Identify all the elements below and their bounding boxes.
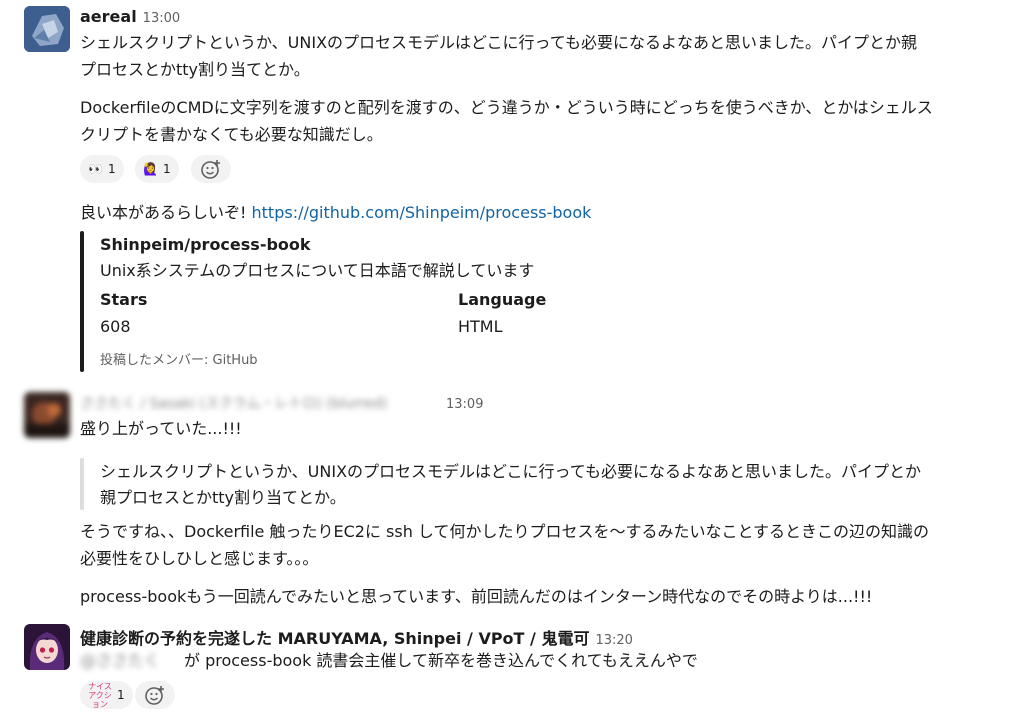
timestamp[interactable]: 13:00 bbox=[143, 11, 180, 26]
attachment-footer: 投稿したメンバー: GitHub bbox=[100, 353, 258, 368]
reaction-raising-hand[interactable]: 🙋‍♀️ 1 bbox=[135, 155, 179, 183]
reaction-count: 1 bbox=[117, 688, 125, 702]
message-text: DockerfileのCMDに文字列を渡すのと配列を渡すの、どう違うか・どういう… bbox=[80, 98, 933, 117]
attachment-title[interactable]: Shinpeim/process-book bbox=[100, 232, 311, 258]
timestamp[interactable]: 13:09 bbox=[446, 397, 483, 412]
user-mention[interactable]: @ささたく bbox=[80, 648, 184, 674]
reaction-count: 1 bbox=[107, 162, 116, 176]
message-text: 良い本があるらしいぞ! https://github.com/Shinpeim/… bbox=[80, 200, 591, 226]
nice-action-emoji: ナイス アクション bbox=[88, 681, 112, 709]
eyes-emoji: 👀 bbox=[88, 162, 103, 176]
author-name[interactable]: aereal bbox=[80, 7, 137, 26]
avatar-aereal[interactable] bbox=[24, 6, 70, 52]
message-text: process-bookもう一回読んでみたいと思っています、前回読んだのはインタ… bbox=[80, 587, 873, 606]
avatar-image bbox=[24, 6, 70, 52]
message-text: 必要性をひしひしと感じます。。。 bbox=[80, 549, 319, 568]
add-reaction-button[interactable] bbox=[135, 681, 175, 709]
avatar-image bbox=[24, 392, 70, 438]
field-label-stars: Stars bbox=[100, 290, 148, 309]
author-name[interactable]: ささたく / Sasaki (スクラム・レトロ) (blurred) bbox=[80, 393, 440, 413]
add-emoji-icon bbox=[145, 686, 164, 705]
message-text: クリプトを書かなくても必要な知識だし。 bbox=[80, 125, 383, 144]
reaction-eyes[interactable]: 👀 1 bbox=[80, 155, 124, 183]
add-reaction-button[interactable] bbox=[191, 155, 231, 183]
github-link[interactable]: https://github.com/Shinpeim/process-book bbox=[252, 203, 592, 222]
add-emoji-icon bbox=[201, 160, 220, 179]
message-text: @ささたくが process-book 読書会主催して新卒を巻き込んでくれてもえ… bbox=[80, 648, 698, 674]
reaction-count: 1 bbox=[162, 162, 171, 176]
field-value-stars: 608 bbox=[100, 317, 131, 336]
message-text: 盛り上がっていた...!!! bbox=[80, 419, 242, 438]
avatar-maruyama[interactable] bbox=[24, 624, 70, 670]
quote-text: 親プロセスとかtty割り当てとか。 bbox=[100, 488, 346, 507]
message-text: シェルスクリプトというか、UNIXのプロセスモデルはどこに行っても必要になるよな… bbox=[80, 33, 917, 52]
message-text: そうですね、、Dockerfile 触ったりEC2に ssh して何かしたりプロ… bbox=[80, 522, 929, 541]
attachment-description: Unix系システムのプロセスについて日本語で解説しています bbox=[100, 261, 535, 280]
message-text: プロセスとかtty割り当てとか。 bbox=[80, 60, 310, 79]
avatar-blurred-user[interactable] bbox=[24, 392, 70, 438]
raising-hand-emoji: 🙋‍♀️ bbox=[143, 162, 158, 176]
reaction-nice-action[interactable]: ナイス アクション 1 bbox=[80, 681, 133, 709]
message-header-maruyama: 健康診断の予約を完遂した MARUYAMA, Shinpei / VPoT / … bbox=[80, 625, 633, 649]
followup-text: 良い本があるらしいぞ! bbox=[80, 203, 252, 222]
quote-text: シェルスクリプトというか、UNIXのプロセスモデルはどこに行っても必要になるよな… bbox=[100, 462, 921, 481]
message-header-blurred: ささたく / Sasaki (スクラム・レトロ) (blurred) 13:09 bbox=[80, 393, 483, 413]
field-label-language: Language bbox=[458, 290, 547, 309]
timestamp[interactable]: 13:20 bbox=[595, 633, 632, 648]
avatar-image bbox=[24, 624, 70, 670]
attachment-bar bbox=[80, 231, 84, 372]
author-name[interactable]: 健康診断の予約を完遂した MARUYAMA, Shinpei / VPoT / … bbox=[80, 625, 589, 649]
message-header-aereal: aereal 13:00 bbox=[80, 7, 180, 26]
field-value-language: HTML bbox=[458, 317, 503, 336]
message-body: が process-book 読書会主催して新卒を巻き込んでくれてもええんやで bbox=[184, 651, 698, 670]
quote-bar bbox=[80, 458, 84, 510]
